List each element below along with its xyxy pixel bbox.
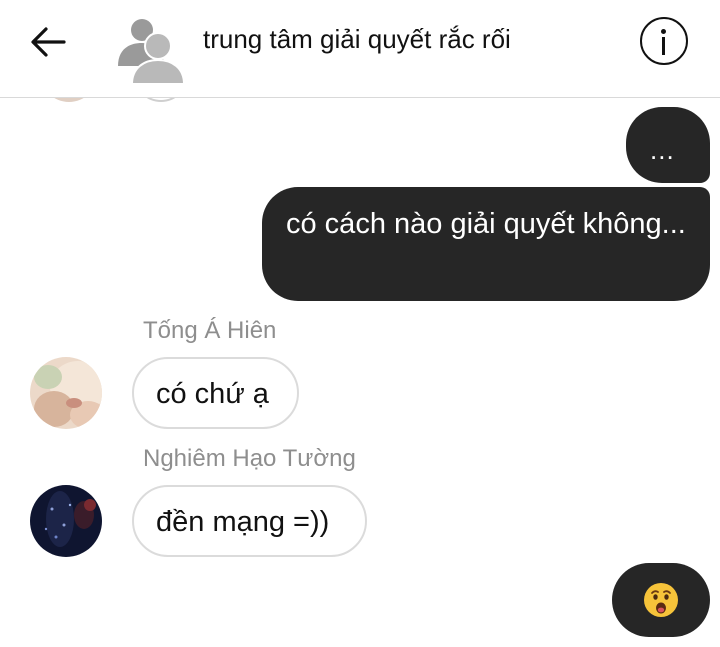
avatar-photo: [30, 485, 102, 557]
outgoing-message-bubble[interactable]: ...: [626, 107, 710, 183]
avatar[interactable]: [30, 485, 102, 557]
info-icon[interactable]: [640, 17, 688, 65]
info-dot: [661, 29, 666, 34]
chat-header: trung tâm giải quyết rắc rối: [0, 0, 720, 98]
incoming-message-bubble[interactable]: đền mạng =)): [132, 485, 367, 557]
avatar-photo: [30, 357, 102, 429]
outgoing-emoji-bubble[interactable]: [612, 563, 710, 637]
chat-title[interactable]: trung tâm giải quyết rắc rối: [203, 24, 511, 55]
sender-name: Nghiêm Hạo Tường: [143, 445, 356, 472]
back-arrow-icon[interactable]: [28, 22, 68, 62]
sender-name: Tống Á Hiên: [143, 317, 277, 344]
incoming-message-bubble[interactable]: có chứ ạ: [132, 357, 299, 429]
outgoing-message-bubble[interactable]: có cách nào giải quyết không...: [262, 187, 710, 301]
anguished-face-emoji-icon: [644, 583, 678, 617]
avatar[interactable]: [30, 357, 102, 429]
group-avatar-icon[interactable]: [114, 12, 186, 84]
info-bar: [662, 37, 665, 55]
